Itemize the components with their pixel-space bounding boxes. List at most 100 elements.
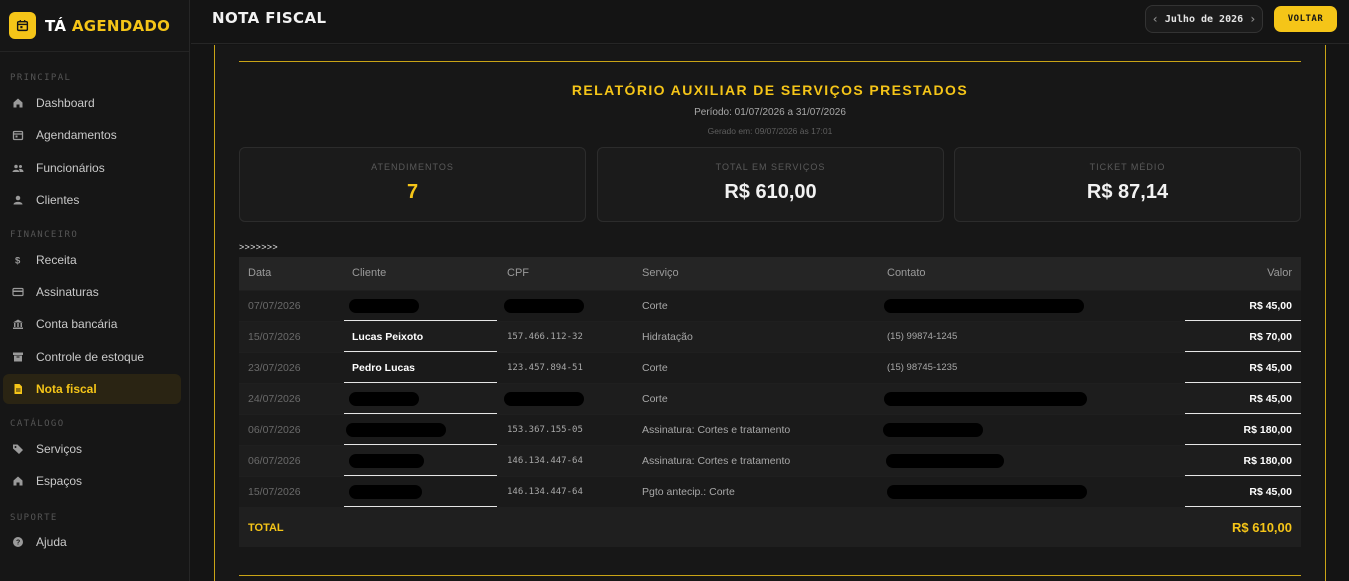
sidebar-item-label: Ajuda bbox=[36, 535, 67, 549]
table-row[interactable]: 06/07/2026 153.367.155-05 Assinatura: Co… bbox=[239, 414, 1301, 446]
month-label: Julho de 2026 bbox=[1164, 13, 1244, 25]
sidebar-item-dashboard[interactable]: Dashboard bbox=[3, 88, 181, 118]
report-document: RELATÓRIO AUXILIAR DE SERVIÇOS PRESTADOS… bbox=[214, 45, 1326, 581]
users-icon bbox=[12, 164, 24, 172]
home-icon bbox=[13, 98, 23, 108]
sidebar-item-assinaturas[interactable]: Assinaturas bbox=[3, 277, 181, 307]
cell-client: Pedro Lucas bbox=[352, 362, 416, 374]
table-row[interactable]: 23/07/2026 Pedro Lucas 123.457.894-51 Co… bbox=[239, 352, 1301, 384]
redacted-client bbox=[349, 485, 422, 499]
cell-cpf: 123.457.894-51 bbox=[507, 363, 583, 373]
sidebar-item-receita[interactable]: $ Receita bbox=[3, 245, 181, 275]
table-row[interactable]: 15/07/2026 Lucas Peixoto 157.466.112-32 … bbox=[239, 321, 1301, 353]
sidebar-item-servicos[interactable]: Serviços bbox=[3, 434, 181, 464]
cell-value: R$ 45,00 bbox=[1249, 300, 1292, 312]
report-title: RELATÓRIO AUXILIAR DE SERVIÇOS PRESTADOS bbox=[571, 82, 969, 98]
cell-service: Assinatura: Cortes e tratamento bbox=[642, 424, 791, 436]
cell-contact: (15) 99874-1245 bbox=[887, 331, 958, 342]
cell-date: 23/07/2026 bbox=[248, 362, 301, 374]
col-header-contato: Contato bbox=[887, 267, 926, 279]
main-content: RELATÓRIO AUXILIAR DE SERVIÇOS PRESTADOS… bbox=[191, 45, 1349, 581]
section-title-principal: PRINCIPAL bbox=[10, 73, 72, 83]
bottom-divider bbox=[239, 575, 1301, 576]
redacted-contact bbox=[884, 299, 1084, 313]
sidebar-item-label: Espaços bbox=[36, 474, 83, 488]
cell-date: 06/07/2026 bbox=[248, 424, 301, 436]
chevron-left-icon[interactable]: ‹ bbox=[1152, 12, 1159, 26]
table-row[interactable]: 24/07/2026 Corte R$ 45,00 bbox=[239, 383, 1301, 415]
sidebar-item-label: Clientes bbox=[36, 193, 80, 207]
sidebar: TÁ AGENDADO PRINCIPAL Dashboard Agendame… bbox=[0, 0, 190, 581]
card-value: R$ 87,14 bbox=[1086, 181, 1169, 203]
col-header-servico: Serviço bbox=[642, 267, 679, 279]
sidebar-item-espacos[interactable]: Espaços bbox=[3, 466, 181, 496]
card-value: R$ 610,00 bbox=[724, 181, 817, 203]
summary-card-total-servicos: TOTAL EM SERVIÇOS R$ 610,00 bbox=[597, 147, 944, 222]
redacted-client bbox=[349, 299, 419, 313]
sidebar-item-nota-fiscal[interactable]: Nota fiscal bbox=[3, 374, 181, 404]
cell-date: 06/07/2026 bbox=[248, 455, 301, 467]
top-divider bbox=[239, 61, 1301, 62]
sidebar-item-agendamentos[interactable]: Agendamentos bbox=[3, 120, 181, 150]
table-body: 07/07/2026 Corte R$ 45,00 15/07/2026 Luc… bbox=[239, 290, 1301, 508]
section-title-catalogo: CATÁLOGO bbox=[10, 419, 65, 429]
cell-date: 15/07/2026 bbox=[248, 331, 301, 343]
redacted-client bbox=[349, 392, 419, 406]
back-button[interactable]: VOLTAR bbox=[1274, 6, 1337, 32]
card-label: TOTAL EM SERVIÇOS bbox=[715, 162, 826, 172]
col-header-data: Data bbox=[248, 267, 272, 279]
calendar-logo-icon bbox=[9, 12, 36, 39]
table-row[interactable]: 06/07/2026 146.134.447-64 Assinatura: Co… bbox=[239, 445, 1301, 477]
col-header-cpf: CPF bbox=[507, 267, 529, 279]
month-picker[interactable]: ‹ Julho de 2026 › bbox=[1145, 5, 1263, 33]
page-title: NOTA FISCAL bbox=[212, 9, 327, 27]
sidebar-item-controle-estoque[interactable]: Controle de estoque bbox=[3, 342, 181, 372]
sidebar-item-label: Controle de estoque bbox=[36, 350, 145, 364]
chevron-right-icon[interactable]: › bbox=[1249, 12, 1256, 26]
sidebar-item-ajuda[interactable]: ? Ajuda bbox=[3, 527, 181, 557]
sidebar-item-clientes[interactable]: Clientes bbox=[3, 185, 181, 215]
table-row[interactable]: 15/07/2026 146.134.447-64 Pgto antecip.:… bbox=[239, 476, 1301, 508]
help-icon: ? bbox=[13, 537, 23, 547]
redacted-contact bbox=[884, 392, 1087, 406]
sidebar-item-label: Dashboard bbox=[36, 96, 95, 110]
cell-value: R$ 180,00 bbox=[1243, 424, 1292, 436]
brand[interactable]: TÁ AGENDADO bbox=[0, 0, 189, 52]
total-label: TOTAL bbox=[248, 522, 284, 534]
cell-date: 15/07/2026 bbox=[248, 486, 301, 498]
sidebar-item-funcionarios[interactable]: Funcionários bbox=[3, 153, 181, 183]
redacted-client bbox=[349, 454, 424, 468]
cell-date: 24/07/2026 bbox=[248, 393, 301, 405]
tag-icon bbox=[13, 444, 23, 454]
sidebar-item-label: Nota fiscal bbox=[36, 382, 97, 396]
sidebar-item-label: Funcionários bbox=[36, 161, 105, 175]
app-root: TÁ AGENDADO PRINCIPAL Dashboard Agendame… bbox=[0, 0, 1349, 581]
arrows-marker: >>>>>>> bbox=[239, 242, 278, 252]
cell-cpf: 157.466.112-32 bbox=[507, 332, 583, 342]
bank-icon bbox=[13, 319, 23, 329]
cell-cpf: 146.134.447-64 bbox=[507, 487, 583, 497]
cell-service: Pgto antecip.: Corte bbox=[642, 486, 735, 498]
total-value: R$ 610,00 bbox=[1232, 520, 1292, 535]
cell-service: Hidratação bbox=[642, 331, 693, 343]
dollar-icon: $ bbox=[15, 256, 21, 267]
redacted-contact bbox=[887, 485, 1087, 499]
table-total-row: TOTAL R$ 610,00 bbox=[239, 507, 1301, 547]
sidebar-item-label: Receita bbox=[36, 253, 77, 267]
sidebar-item-conta-bancaria[interactable]: Conta bancária bbox=[3, 309, 181, 339]
svg-text:?: ? bbox=[16, 540, 20, 547]
credit-card-icon bbox=[12, 287, 24, 297]
section-title-suporte: SUPORTE bbox=[10, 513, 58, 523]
sidebar-item-label: Serviços bbox=[36, 442, 83, 456]
card-value: 7 bbox=[406, 181, 419, 203]
cell-cpf: 146.134.447-64 bbox=[507, 456, 583, 466]
report-period: Período: 01/07/2026 a 31/07/2026 bbox=[694, 107, 846, 118]
table-row[interactable]: 07/07/2026 Corte R$ 45,00 bbox=[239, 290, 1301, 322]
redacted-client bbox=[346, 423, 446, 437]
col-header-valor: Valor bbox=[1267, 267, 1292, 279]
redacted-contact bbox=[883, 423, 983, 437]
calendar-icon bbox=[12, 130, 24, 141]
summary-card-ticket-medio: TICKET MÉDIO R$ 87,14 bbox=[954, 147, 1301, 222]
svg-text:$: $ bbox=[15, 256, 21, 267]
sidebar-item-label: Conta bancária bbox=[36, 317, 118, 331]
